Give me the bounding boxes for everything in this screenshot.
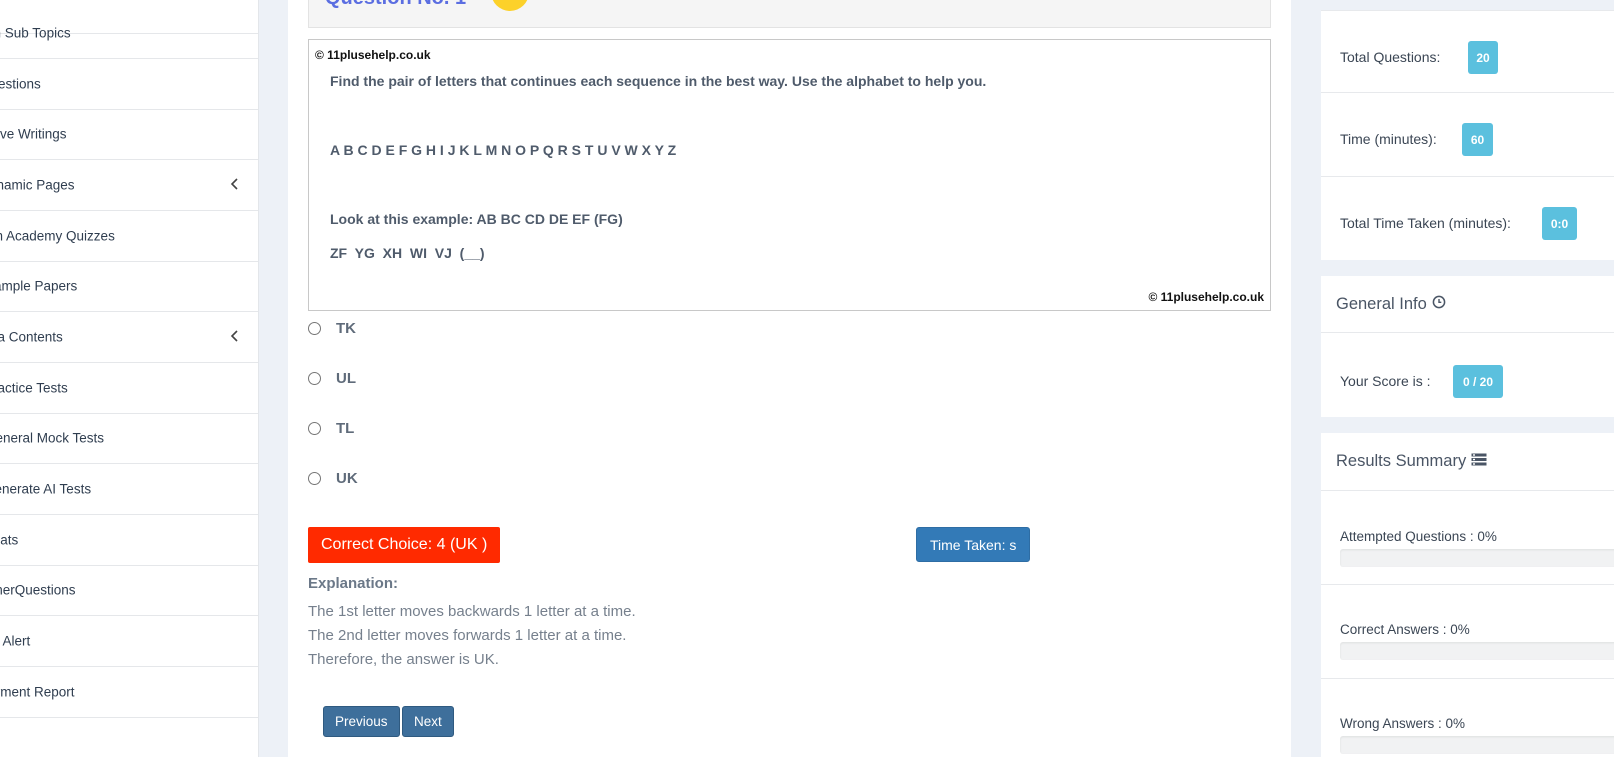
question-alphabet: A B C D E F G H I J K L M N O P Q R S T … bbox=[330, 142, 677, 158]
sidebar-item-generate-ai-tests[interactable]: Generate AI Tests bbox=[0, 463, 258, 515]
option-1[interactable]: TK bbox=[308, 317, 356, 339]
correct-label: Correct Answers : 0% bbox=[1340, 622, 1470, 637]
sidebar-item-label: Creative Writings bbox=[0, 126, 67, 141]
question-sequence: ZF YG XH WI VJ (__) bbox=[330, 245, 485, 261]
previous-button[interactable]: Previous bbox=[323, 706, 400, 737]
attempted-row: Attempted Questions : 0% bbox=[1321, 491, 1614, 585]
option-3[interactable]: TL bbox=[308, 417, 354, 439]
sidebar-item-sample-papers[interactable]: Sample Papers bbox=[0, 260, 258, 312]
sidebar-item-chats[interactable]: Chats bbox=[0, 514, 258, 566]
general-info-title-wrap: General Info bbox=[1336, 295, 1446, 314]
chevron-left-icon bbox=[230, 329, 240, 345]
option-label: TK bbox=[336, 319, 356, 337]
results-summary-card: Results Summary Attempted Questions : 0%… bbox=[1321, 433, 1614, 757]
wrong-progress-bar bbox=[1340, 736, 1614, 754]
sidebar: Question Sub Topics Questions Creative W… bbox=[0, 0, 259, 757]
sidebar-item-label: Tuition Academy Quizzes bbox=[0, 228, 115, 243]
sidebar-item-general-mock-tests[interactable]: General Mock Tests bbox=[0, 412, 258, 464]
chevron-left-icon bbox=[230, 177, 240, 193]
total-questions-label: Total Questions: bbox=[1340, 49, 1441, 65]
question-status-badge bbox=[491, 0, 529, 11]
explanation-line: Therefore, the answer is UK. bbox=[308, 651, 499, 668]
copyright-top: © 11plusehelp.co.uk bbox=[315, 48, 431, 62]
attempted-label: Attempted Questions : 0% bbox=[1340, 529, 1497, 544]
sidebar-item-label: Practice Tests bbox=[0, 380, 68, 395]
score-row: Your Score is : 0 / 20 bbox=[1321, 333, 1614, 417]
results-summary-title: Results Summary bbox=[1336, 452, 1467, 470]
question-title: Question No. 1 bbox=[325, 0, 466, 10]
sidebar-item-creative-writings[interactable]: Creative Writings bbox=[0, 108, 258, 160]
question-panel: Question No. 1 © 11plusehelp.co.uk Find … bbox=[288, 0, 1291, 757]
time-row: Time (minutes): 60 bbox=[1321, 93, 1614, 177]
list-icon bbox=[1471, 452, 1487, 471]
explanation-line: The 1st letter moves backwards 1 letter … bbox=[308, 603, 636, 620]
correct-row: Correct Answers : 0% bbox=[1321, 585, 1614, 679]
results-summary-header: Results Summary bbox=[1321, 433, 1614, 491]
radio-button[interactable] bbox=[308, 471, 321, 485]
sidebar-item-payment-report[interactable]: Payment Report bbox=[0, 666, 258, 718]
option-label: UL bbox=[336, 369, 356, 387]
correct-progress-bar bbox=[1340, 642, 1614, 660]
sidebar-item-label: Questions bbox=[0, 76, 41, 91]
sidebar-item-label: Meta Contents bbox=[0, 329, 63, 344]
sidebar-item-other-questions[interactable]: OtherQuestions bbox=[0, 564, 258, 616]
option-label: UK bbox=[336, 469, 358, 487]
sidebar-item-label: General Mock Tests bbox=[0, 430, 105, 445]
sidebar-item-label: OtherQuestions bbox=[0, 582, 76, 597]
general-info-header: General Info bbox=[1321, 276, 1614, 333]
sidebar-item-label: Generate AI Tests bbox=[0, 481, 92, 496]
sidebar-item-meta-contents[interactable]: Meta Contents bbox=[0, 311, 258, 363]
radio-button[interactable] bbox=[308, 371, 321, 385]
sidebar-item-label: Bid Alert bbox=[0, 633, 31, 648]
score-label: Your Score is : bbox=[1340, 373, 1431, 389]
time-taken-label: Total Time Taken (minutes): bbox=[1340, 215, 1511, 231]
sidebar-item-label: Payment Report bbox=[0, 684, 75, 699]
question-image-box: © 11plusehelp.co.uk Find the pair of let… bbox=[308, 39, 1271, 311]
correct-choice-label: Correct Choice: 4 (UK ) bbox=[308, 527, 501, 563]
total-questions-row: Total Questions: 20 bbox=[1321, 10, 1614, 93]
copyright-bottom: © 11plusehelp.co.uk bbox=[1148, 290, 1264, 304]
time-taken-button[interactable]: Time Taken: s bbox=[916, 527, 1031, 562]
option-4[interactable]: UK bbox=[308, 467, 358, 489]
sidebar-item-label: Sample Papers bbox=[0, 278, 78, 293]
wrong-row: Wrong Answers : 0% bbox=[1321, 679, 1614, 757]
explanation-line: The 2nd letter moves forwards 1 letter a… bbox=[308, 627, 627, 644]
question-example: Look at this example: AB BC CD DE EF (FG… bbox=[330, 211, 623, 227]
sidebar-item-practice-tests[interactable]: Practice Tests bbox=[0, 362, 258, 414]
sidebar-item-question-sub-topics[interactable]: Question Sub Topics bbox=[0, 7, 258, 59]
option-2[interactable]: UL bbox=[308, 367, 356, 389]
sidebar-item-label: Question Sub Topics bbox=[0, 25, 71, 40]
clock-icon bbox=[1432, 295, 1446, 314]
option-label: TL bbox=[336, 419, 355, 437]
sidebar-item-tuition-academy-quizzes[interactable]: Tuition Academy Quizzes bbox=[0, 210, 258, 262]
time-taken-badge: 0:0 bbox=[1542, 207, 1577, 240]
radio-button[interactable] bbox=[308, 421, 321, 435]
explanation-title: Explanation: bbox=[308, 575, 399, 592]
sidebar-item-label: Dynamic Pages bbox=[0, 177, 75, 192]
sidebar-item-label: Chats bbox=[0, 532, 19, 547]
stats-card: Total Questions: 20 Time (minutes): 60 T… bbox=[1321, 10, 1614, 260]
question-header: Question No. 1 bbox=[308, 0, 1271, 28]
sidebar-item-dynamic-pages[interactable]: Dynamic Pages bbox=[0, 159, 258, 211]
general-info-title: General Info bbox=[1336, 295, 1427, 313]
radio-button[interactable] bbox=[308, 321, 321, 335]
time-taken-row: Total Time Taken (minutes): 0:0 bbox=[1321, 177, 1614, 260]
attempted-progress-bar bbox=[1340, 549, 1614, 567]
sidebar-item-bid-alert[interactable]: Bid Alert bbox=[0, 615, 258, 667]
time-badge: 60 bbox=[1462, 123, 1493, 156]
question-instruction: Find the pair of letters that continues … bbox=[330, 73, 987, 89]
results-summary-title-wrap: Results Summary bbox=[1336, 452, 1487, 471]
wrong-label: Wrong Answers : 0% bbox=[1340, 716, 1466, 731]
time-label: Time (minutes): bbox=[1340, 131, 1437, 147]
score-badge: 0 / 20 bbox=[1453, 365, 1503, 398]
general-info-card: General Info Your Score is : 0 / 20 bbox=[1321, 276, 1614, 417]
sidebar-item-questions[interactable]: Questions bbox=[0, 58, 258, 110]
total-questions-badge: 20 bbox=[1468, 41, 1498, 74]
next-button[interactable]: Next bbox=[402, 706, 454, 737]
right-panel: Total Questions: 20 Time (minutes): 60 T… bbox=[1321, 0, 1614, 757]
sidebar-item-bottom-cut[interactable] bbox=[0, 717, 258, 757]
